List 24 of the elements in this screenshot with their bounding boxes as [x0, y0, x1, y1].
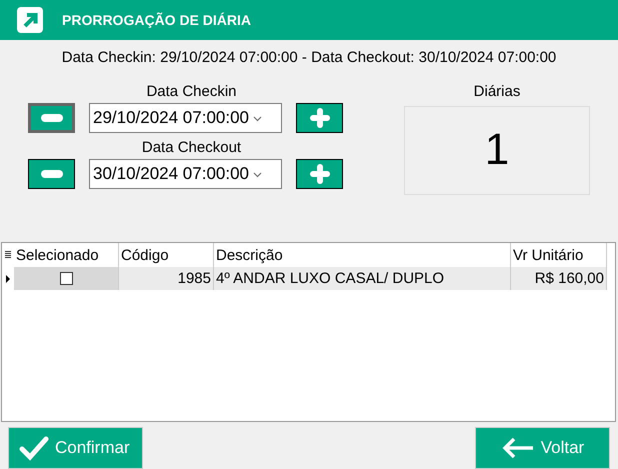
table-cell: 4º ANDAR LUXO CASAL/ DUPLO — [214, 267, 511, 290]
diarias-count: 1 — [404, 106, 590, 195]
increase-button[interactable] — [296, 158, 343, 189]
table-cell: R$ 160,00 — [511, 267, 607, 290]
diarias-label: Diárias — [472, 82, 522, 102]
chevron-icon — [252, 116, 262, 122]
minus-icon — [40, 114, 62, 122]
date-picker[interactable]: 30/10/2024 07:00:00 — [89, 158, 282, 189]
summary-text: Data Checkin: 29/10/2024 07:00:00 - Data Checkout: 30/10/2024 07:00:00 — [60, 48, 558, 68]
date-label: Data Checkout — [140, 138, 242, 158]
chevron-icon — [252, 172, 262, 178]
check-icon — [19, 434, 49, 461]
plus-icon — [310, 164, 330, 184]
minus-icon — [40, 170, 62, 178]
plus-icon — [310, 108, 330, 128]
decrease-button[interactable] — [28, 158, 75, 189]
window-title: PRORROGAÇÃO DE DIÁRIA — [62, 12, 252, 28]
checkbox[interactable] — [60, 272, 72, 286]
arrow-left-icon — [500, 436, 535, 459]
table-cell: 1985 — [119, 267, 214, 290]
date-label: Data Checkin — [145, 82, 238, 102]
list-icon — [2, 251, 14, 260]
date-picker[interactable]: 29/10/2024 07:00:00 — [89, 102, 282, 133]
increase-button[interactable] — [296, 102, 343, 133]
